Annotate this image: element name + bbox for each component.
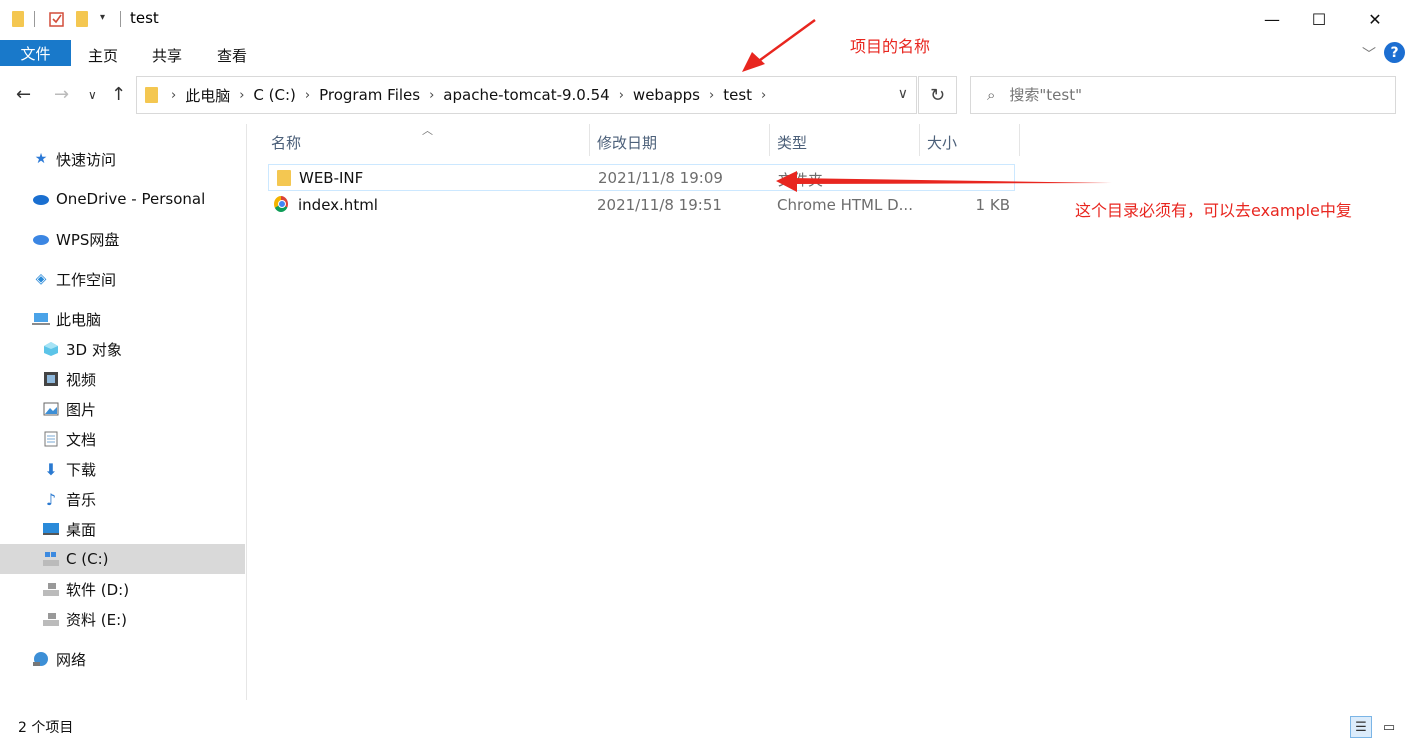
- annotation-project-name: 项目的名称: [850, 37, 931, 56]
- large-icons-view-button[interactable]: ▭: [1378, 716, 1400, 738]
- annotation-directory-note: 这个目录必须有，可以去example中复: [1075, 201, 1352, 220]
- status-item-count: 2 个项目: [18, 720, 74, 736]
- arrow-to-address-bar: [742, 18, 816, 72]
- details-view-button[interactable]: ☰: [1350, 716, 1372, 738]
- annotation-arrows: [742, 18, 1112, 192]
- arrow-to-web-inf: [776, 171, 1112, 192]
